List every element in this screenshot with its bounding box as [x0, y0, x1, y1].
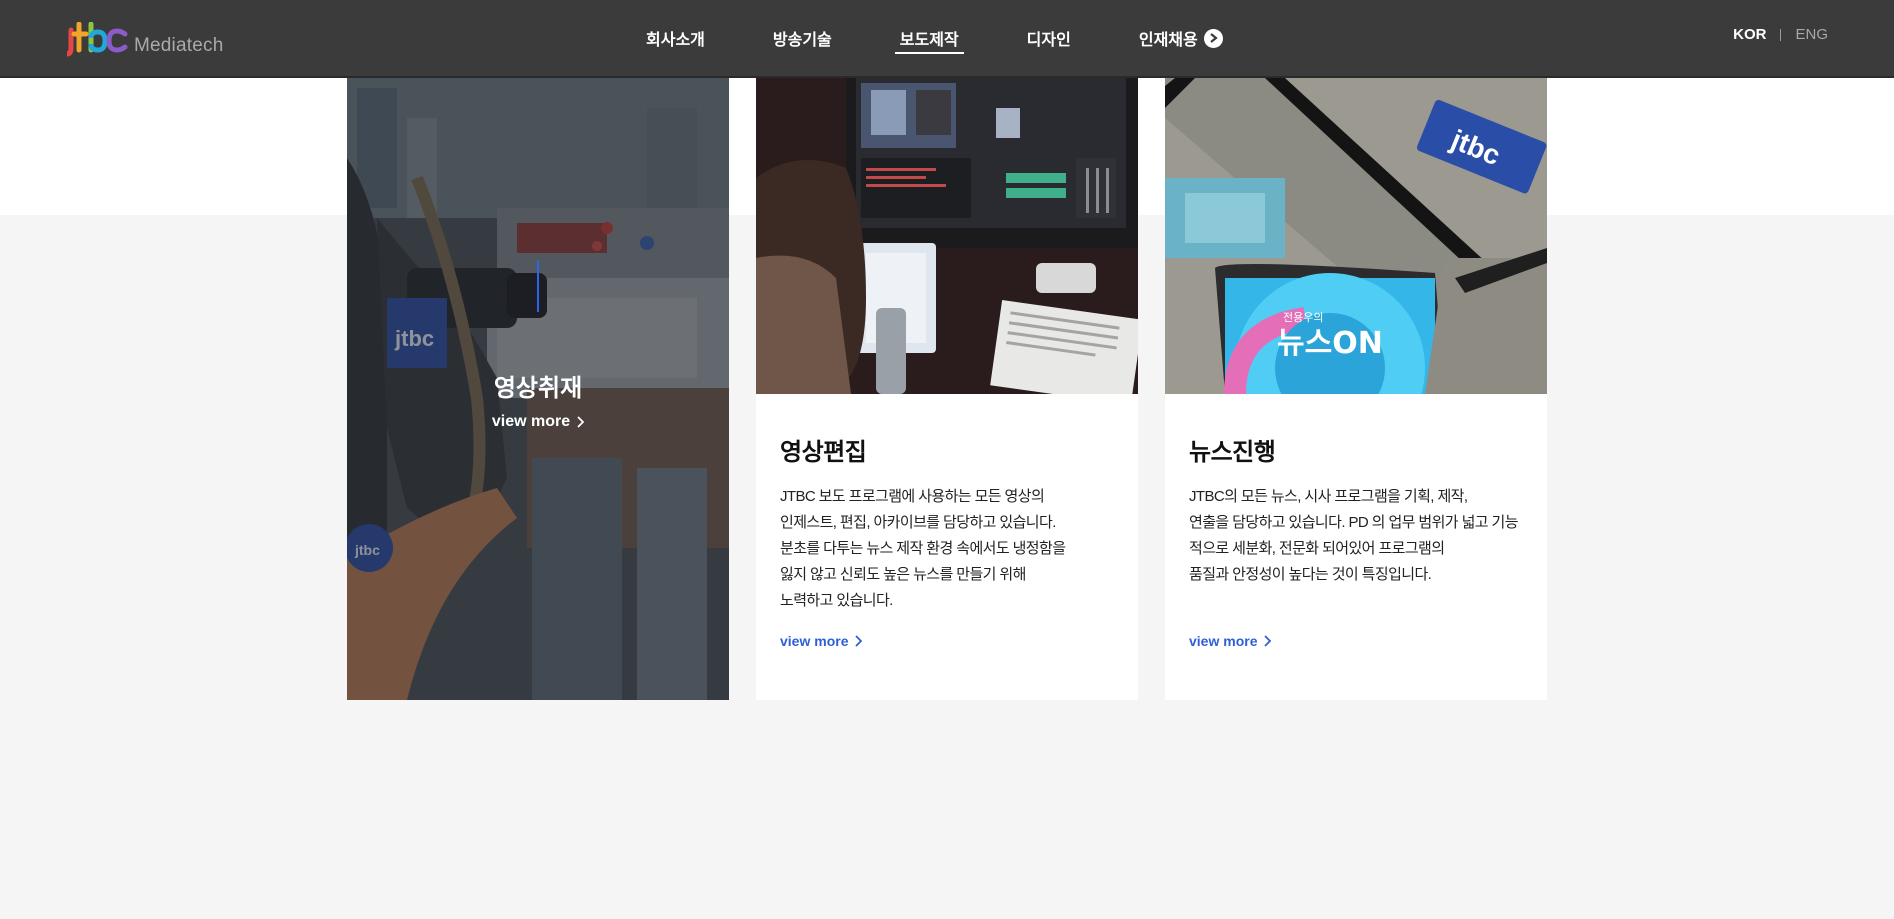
card-video-editing[interactable]: 영상편집 JTBC 보도 프로그램에 사용하는 모든 영상의 인제스트, 편집,…	[756, 78, 1138, 700]
desc-line: 연출을 담당하고 있습니다. PD 의 업무 범위가 넓고 기능	[1189, 514, 1519, 531]
lang-divider	[1780, 28, 1782, 41]
view-more-link[interactable]: view more	[1189, 633, 1272, 649]
desc-line: 분초를 다투는 뉴스 제작 환경 속에서도 냉정함을	[780, 540, 1066, 557]
chevron-right-icon	[577, 416, 585, 428]
nav-item-label: 디자인	[1026, 32, 1071, 49]
nav-item-label: 보도제작	[899, 32, 959, 49]
jtbc-logo-icon	[67, 22, 128, 57]
card-title: 뉴스진행	[1189, 439, 1276, 466]
card-video-coverage[interactable]: jtbc jtbc 영상취재 view more	[347, 78, 729, 700]
view-more-label: view more	[491, 413, 571, 430]
nav-item-company[interactable]: 회사소개	[646, 0, 705, 76]
desc-line: JTBC의 모든 뉴스, 시사 프로그램을 기획, 제작,	[1189, 488, 1468, 505]
desc-line: 노력하고 있습니다.	[780, 592, 893, 609]
card-description: JTBC의 모든 뉴스, 시사 프로그램을 기획, 제작, 연출을 담당하고 있…	[1189, 484, 1529, 588]
view-more-label: view more	[1189, 633, 1258, 649]
desc-line: 품질과 안정성이 높다는 것이 특징입니다.	[1189, 566, 1432, 583]
card-news-hosting[interactable]: jtbc 전용우의 뉴스ON 뉴스진행 JTBC의 모든 뉴스, 시사 프로그램…	[1165, 78, 1547, 700]
nav-item-label: 인재채용	[1138, 32, 1198, 49]
studio-small-caption: 전용우의	[1283, 311, 1323, 324]
view-more-label: view more	[780, 633, 849, 649]
main-nav: 회사소개 방송기술 보도제작 디자인 인재채용	[646, 0, 1223, 76]
card-body: 영상편집 JTBC 보도 프로그램에 사용하는 모든 영상의 인제스트, 편집,…	[780, 432, 1120, 614]
studio-caption-text: 뉴스ON	[1277, 326, 1383, 361]
desc-line: 잃지 않고 신뢰도 높은 뉴스를 만들기 위해	[780, 566, 1026, 583]
card-description: JTBC 보도 프로그램에 사용하는 모든 영상의 인제스트, 편집, 아카이브…	[780, 484, 1120, 614]
nav-item-label: 방송기술	[772, 32, 832, 49]
nav-item-design[interactable]: 디자인	[1027, 0, 1071, 76]
accent-line	[537, 260, 539, 312]
card-title: 영상편집	[780, 439, 867, 466]
chevron-right-circle-icon	[1203, 28, 1223, 48]
lang-eng-link[interactable]: ENG	[1795, 26, 1828, 43]
nav-item-recruit[interactable]: 인재채용	[1139, 0, 1223, 76]
language-switcher: KOR ENG	[1733, 26, 1828, 43]
desc-line: JTBC 보도 프로그램에 사용하는 모든 영상의	[780, 488, 1045, 505]
view-more-link[interactable]: view more	[347, 413, 729, 431]
desc-line: 적으로 세분화, 전문화 되어있어 프로그램의	[1189, 540, 1445, 557]
nav-item-news-production[interactable]: 보도제작	[894, 0, 964, 76]
logo-text: Mediatech	[134, 35, 224, 56]
video-editing-photo	[756, 78, 1138, 394]
desc-line: 인제스트, 편집, 아카이브를 담당하고 있습니다.	[780, 514, 1056, 531]
logo[interactable]: Mediatech	[67, 22, 223, 58]
card-body: 뉴스진행 JTBC의 모든 뉴스, 시사 프로그램을 기획, 제작, 연출을 담…	[1189, 432, 1529, 588]
view-more-link[interactable]: view more	[780, 633, 863, 649]
news-studio-photo: jtbc 전용우의 뉴스ON	[1165, 78, 1547, 394]
chevron-right-icon	[1264, 635, 1272, 647]
nav-item-broadcast-tech[interactable]: 방송기술	[773, 0, 832, 76]
chevron-right-icon	[855, 635, 863, 647]
site-header: Mediatech 회사소개 방송기술 보도제작 디자인 인재채용 KOR EN…	[0, 0, 1894, 78]
nav-item-label: 회사소개	[646, 32, 705, 49]
card-title: 영상취재	[493, 375, 583, 402]
lang-kor-link[interactable]: KOR	[1733, 26, 1766, 43]
